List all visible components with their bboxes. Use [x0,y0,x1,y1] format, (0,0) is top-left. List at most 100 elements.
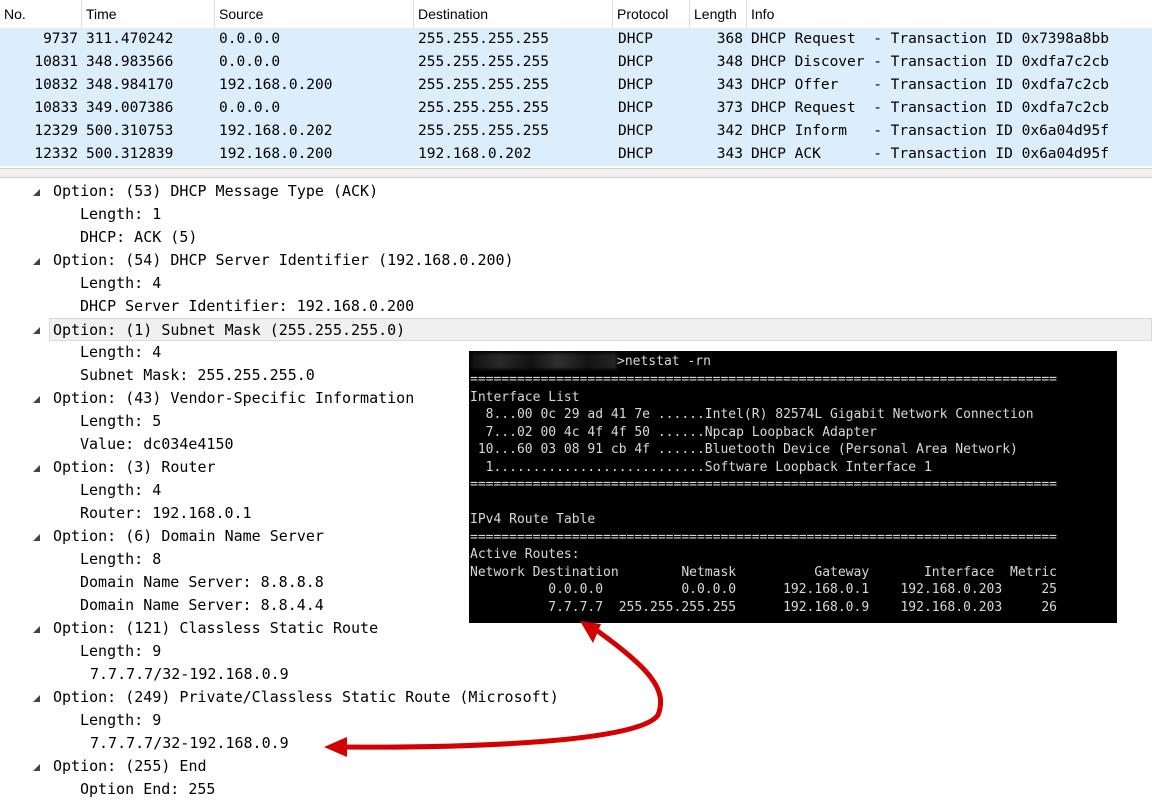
tree-node-field[interactable]: 7.7.7.7/32-192.168.0.9 [90,663,289,686]
terminal-line: 0.0.0.0 0.0.0.0 192.168.0.1 192.168.0.20… [470,582,1057,597]
expand-toggle-icon[interactable] [33,764,40,771]
packet-cell-info: DHCP Inform - Transaction ID 0x6a04d95f [751,123,1109,139]
tree-node-field[interactable]: Domain Name Server: 8.8.4.4 [80,594,324,617]
packet-cell-info: DHCP Discover - Transaction ID 0xdfa7c2c… [751,54,1109,70]
packet-cell-no: 10832 [34,77,78,93]
packet-cell-time: 349.007386 [86,100,174,116]
tree-node-field[interactable]: Length: 9 [80,709,161,732]
packet-cell-length: 343 [716,146,743,162]
tree-node-option[interactable]: Option: (54) DHCP Server Identifier (192… [53,249,514,272]
terminal-line: 8...00 0c 29 ad 41 7e ......Intel(R) 825… [470,407,1034,422]
expand-toggle-icon[interactable] [33,626,40,633]
pane-splitter[interactable] [0,168,1152,178]
tree-node-field[interactable]: Length: 4 [80,272,161,295]
tree-node-field[interactable]: Domain Name Server: 8.8.8.8 [80,571,324,594]
packet-cell-protocol: DHCP [618,123,653,139]
packet-cell-no: 10833 [34,100,78,116]
tree-node-field[interactable]: Length: 9 [80,640,161,663]
terminal-line: ========================================… [470,477,1057,492]
tree-node-field[interactable]: Option End: 255 [80,778,215,801]
tree-node-option[interactable]: Option: (255) End [53,755,207,778]
packet-cell-protocol: DHCP [618,100,653,116]
packet-cell-protocol: DHCP [618,54,653,70]
packet-cell-length: 373 [716,100,743,116]
terminal-command: >netstat -rn [617,354,711,369]
packet-cell-no: 10831 [34,54,78,70]
packet-cell-destination: 255.255.255.255 [418,54,549,70]
column-header-source[interactable]: Source [215,0,414,28]
packet-cell-source: 192.168.0.200 [219,146,333,162]
packet-cell-destination: 192.168.0.202 [418,146,532,162]
expand-toggle-icon[interactable] [33,327,40,334]
terminal-line: ========================================… [470,372,1057,387]
tree-node-option[interactable]: Option: (249) Private/Classless Static R… [53,686,559,709]
expand-toggle-icon[interactable] [33,189,40,196]
packet-row[interactable]: 10832 348.984170 192.168.0.200 255.255.255.… [0,74,1152,97]
tree-node-field[interactable]: Length: 8 [80,548,161,571]
terminal-line: 1...........................Software Loo… [470,459,932,475]
packet-cell-time: 500.310753 [86,123,174,139]
packet-row[interactable]: 10833 349.007386 0.0.0.0 255.255.255.255 DHC… [0,97,1152,120]
packet-cell-destination: 255.255.255.255 [418,123,549,139]
tree-node-field[interactable]: Length: 1 [80,203,161,226]
tree-node-field[interactable]: Value: dc034e4150 [80,433,234,456]
column-header-protocol[interactable]: Protocol [613,0,690,28]
packet-cell-destination: 255.255.255.255 [418,100,549,116]
packet-cell-time: 311.470242 [86,31,174,47]
column-header-no[interactable]: No. [0,0,82,28]
packet-row[interactable]: 9737 311.470242 0.0.0.0 255.255.255.255 DHCP… [0,28,1152,51]
tree-node-field[interactable]: Router: 192.168.0.1 [80,502,252,525]
packet-cell-source: 192.168.0.200 [219,77,333,93]
terminal-line: ========================================… [470,529,1057,545]
packet-cell-time: 348.984170 [86,77,174,93]
column-header-time[interactable]: Time [82,0,215,28]
packet-cell-source: 0.0.0.0 [219,100,281,116]
expand-toggle-icon[interactable] [33,695,40,702]
tree-node-field[interactable]: Length: 5 [80,410,161,433]
packet-cell-source: 192.168.0.202 [219,123,333,139]
packet-cell-no: 9737 [43,31,78,47]
packet-cell-time: 348.983566 [86,54,174,70]
terminal-line: IPv4 Route Table [470,512,596,527]
packet-cell-length: 368 [716,31,743,47]
column-header-info[interactable]: Info [747,0,1152,28]
tree-node-option[interactable]: Option: (121) Classless Static Route [53,617,378,640]
packet-cell-length: 343 [716,77,743,93]
tree-node-field[interactable]: Length: 4 [80,341,161,364]
packet-row[interactable]: 10831 348.983566 0.0.0.0 255.255.255.255 DHC… [0,51,1152,74]
packet-row[interactable]: 12329 500.310753 192.168.0.202 255.255.255.… [0,120,1152,143]
terminal-line: 7.7.7.7 255.255.255.255 192.168.0.9 192.… [470,599,1057,615]
expand-toggle-icon[interactable] [33,258,40,265]
packet-cell-length: 342 [716,123,743,139]
redacted-prompt-path [471,353,617,369]
expand-toggle-icon[interactable] [33,465,40,472]
packet-row[interactable]: 12332 500.312839 192.168.0.200 192.168.0.20… [0,143,1152,166]
tree-node-option[interactable]: Option: (1) Subnet Mask (255.255.255.0) [49,318,1152,341]
packet-cell-no: 12329 [34,123,78,139]
column-header-destination[interactable]: Destination [414,0,613,28]
tree-node-field[interactable]: Subnet Mask: 255.255.255.0 [80,364,315,387]
tree-node-option[interactable]: Option: (6) Domain Name Server [53,525,324,548]
packet-cell-info: DHCP Request - Transaction ID 0xdfa7c2cb [751,100,1109,116]
packet-cell-protocol: DHCP [618,31,653,47]
tree-node-field[interactable]: Length: 4 [80,479,161,502]
packet-cell-protocol: DHCP [618,146,653,162]
tree-node-field[interactable]: DHCP: ACK (5) [80,226,197,249]
packet-list-header: No. Time Source Destination Protocol Len… [0,0,1152,29]
packet-list[interactable]: No. Time Source Destination Protocol Len… [0,0,1152,166]
tree-node-option[interactable]: Option: (53) DHCP Message Type (ACK) [53,180,378,203]
column-header-length[interactable]: Length [690,0,747,28]
expand-toggle-icon[interactable] [33,534,40,541]
expand-toggle-icon[interactable] [33,396,40,403]
tree-node-option[interactable]: Option: (43) Vendor-Specific Information [53,387,414,410]
packet-cell-protocol: DHCP [618,77,653,93]
packet-cell-length: 348 [716,54,743,70]
tree-node-option[interactable]: Option: (3) Router [53,456,216,479]
tree-node-field[interactable]: DHCP Server Identifier: 192.168.0.200 [80,295,414,318]
terminal-line: 7...02 00 4c 4f 4f 50 ......Npcap Loopba… [470,424,877,440]
terminal-window: >netstat -rn ===========================… [469,351,1117,623]
packet-cell-destination: 255.255.255.255 [418,77,549,93]
tree-node-field[interactable]: 7.7.7.7/32-192.168.0.9 [90,732,289,755]
terminal-line: Network Destination Netmask Gateway Inte… [470,564,1057,580]
packet-cell-time: 500.312839 [86,146,174,162]
